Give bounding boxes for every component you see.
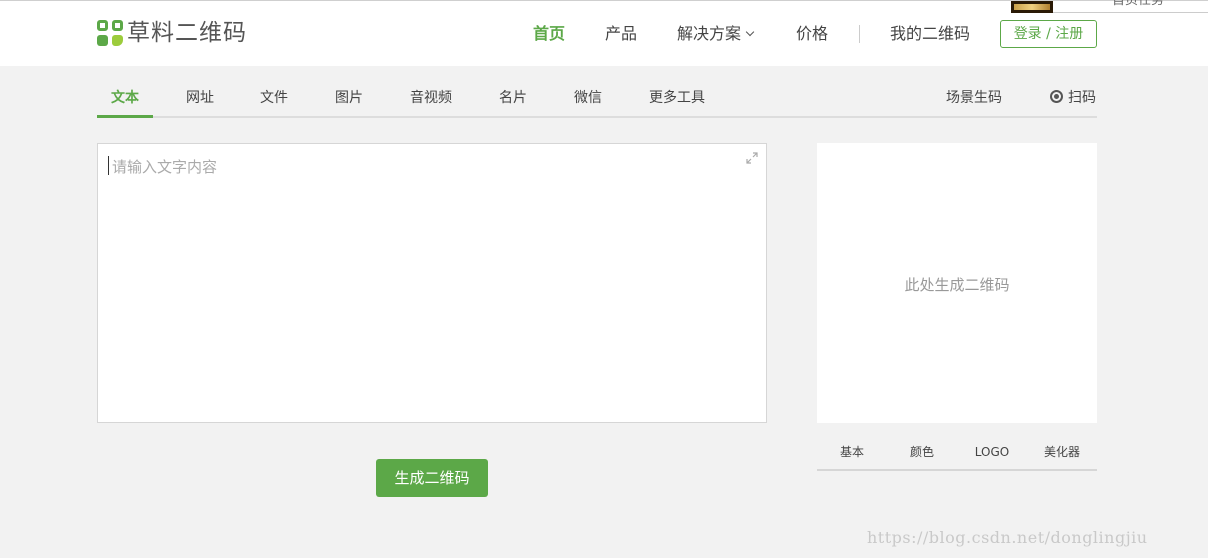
tab-image[interactable]: 图片 [335, 89, 363, 107]
content-type-tabs: 文本 网址 文件 图片 音视频 名片 微信 更多工具 场景生码 扫码 [97, 80, 1097, 118]
corner-banner-image[interactable] [1011, 1, 1053, 13]
tab-more-tools[interactable]: 更多工具 [649, 89, 705, 107]
top-header: 草料二维码 首页 产品 解决方案 价格 我的二维码 登录 / 注册 首页任务 [0, 0, 1208, 66]
site-logo[interactable]: 草料二维码 [97, 20, 247, 46]
style-tabs: 基本 颜色 LOGO 美化器 [817, 440, 1097, 471]
tab-scene-qrcode[interactable]: 场景生码 [946, 89, 1002, 107]
style-tab-basic[interactable]: 基本 [817, 444, 887, 460]
tab-url[interactable]: 网址 [186, 89, 214, 107]
nav-divider [859, 25, 860, 43]
generate-qrcode-button[interactable]: 生成二维码 [376, 459, 488, 497]
login-register-button[interactable]: 登录 / 注册 [1000, 20, 1097, 48]
corner-task-link[interactable]: 首页任务 [1112, 0, 1164, 9]
watermark-text: https://blog.csdn.net/donglingjiu [867, 528, 1148, 547]
tab-audio-video[interactable]: 音视频 [410, 89, 452, 107]
qrcode-placeholder: 此处生成二维码 [904, 276, 1010, 294]
tab-text[interactable]: 文本 [111, 89, 139, 107]
text-caret [108, 156, 109, 175]
nav-my-qrcodes[interactable]: 我的二维码 [890, 23, 970, 45]
tab-business-card[interactable]: 名片 [499, 89, 527, 107]
camera-icon [1050, 90, 1063, 103]
expand-icon[interactable] [746, 152, 758, 164]
chevron-down-icon [745, 27, 755, 37]
text-content-input[interactable] [98, 144, 766, 422]
nav-products[interactable]: 产品 [605, 23, 637, 45]
tab-file[interactable]: 文件 [260, 89, 288, 107]
style-tab-beautifier[interactable]: 美化器 [1027, 444, 1097, 460]
tab-wechat[interactable]: 微信 [574, 89, 602, 107]
nav-solutions[interactable]: 解决方案 [677, 23, 755, 45]
active-tab-indicator [97, 115, 153, 118]
qr-logo-icon [97, 20, 123, 46]
corner-divider [1053, 12, 1208, 13]
text-input-panel [97, 143, 767, 423]
qrcode-preview: 此处生成二维码 [817, 143, 1097, 423]
nav-home[interactable]: 首页 [533, 23, 565, 45]
nav-pricing[interactable]: 价格 [796, 23, 828, 45]
tab-scan[interactable]: 扫码 [1050, 89, 1096, 107]
style-tab-color[interactable]: 颜色 [887, 444, 957, 460]
logo-text: 草料二维码 [127, 20, 247, 46]
nav-solutions-label: 解决方案 [677, 24, 742, 43]
style-tab-logo[interactable]: LOGO [957, 444, 1027, 460]
scan-label: 扫码 [1068, 90, 1096, 106]
